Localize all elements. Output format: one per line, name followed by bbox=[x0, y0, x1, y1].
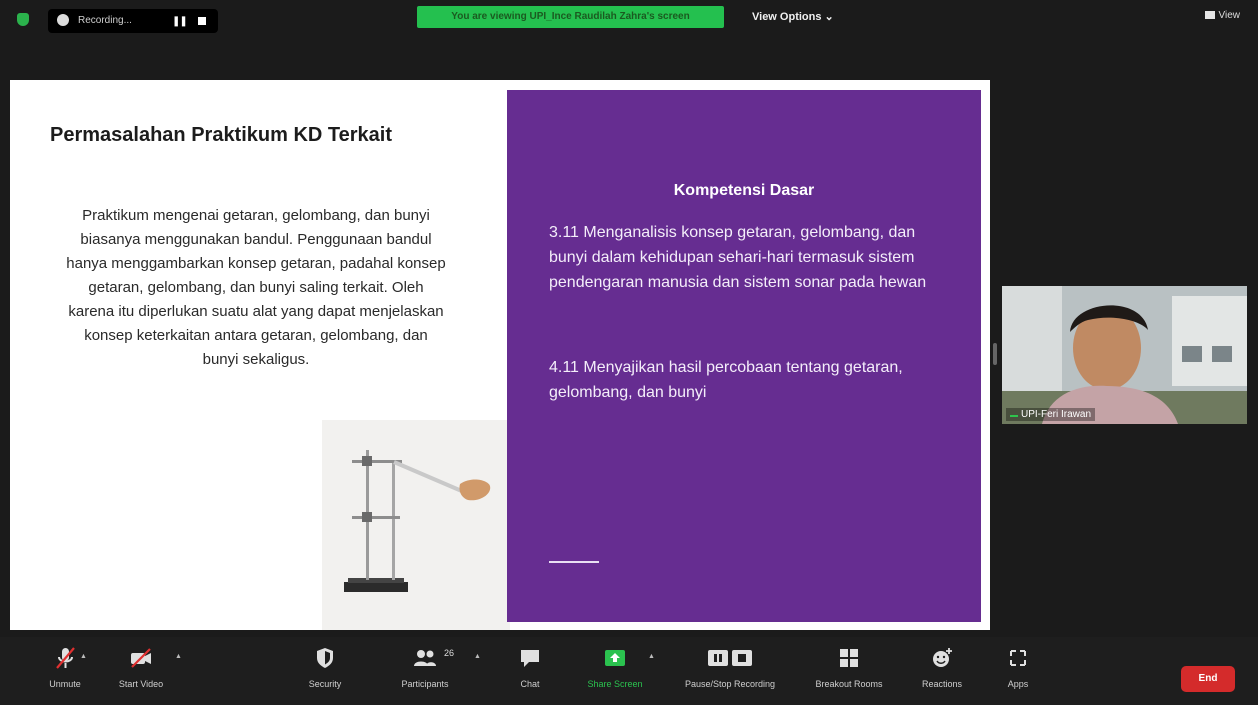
chat-button[interactable]: Chat bbox=[510, 645, 550, 689]
participant-name-tag: UPI-Feri Irawan bbox=[1006, 408, 1096, 421]
chevron-down-icon: ⌄ bbox=[824, 11, 834, 23]
reactions-button[interactable]: Reactions bbox=[910, 645, 974, 689]
panel-resize-handle[interactable] bbox=[993, 343, 997, 365]
chat-bubble-icon bbox=[521, 650, 539, 667]
participant-video-tile[interactable]: UPI-Feri Irawan bbox=[1002, 286, 1247, 424]
view-label: View bbox=[1218, 10, 1241, 21]
panel-title: Kompetensi Dasar bbox=[673, 182, 815, 199]
shared-screen-slide: Permasalahan Praktikum KD Terkait Prakti… bbox=[10, 80, 990, 630]
breakout-rooms-label: Breakout Rooms bbox=[815, 679, 883, 689]
meeting-toolbar: Unmute ▲ Start Video ▲ Security Particip… bbox=[0, 637, 1258, 705]
security-button[interactable]: Security bbox=[300, 645, 350, 689]
video-options-caret-icon[interactable]: ▲ bbox=[175, 653, 182, 660]
recording-indicator: Recording... ❚❚ bbox=[48, 9, 218, 33]
pause-stop-icon bbox=[708, 650, 752, 666]
recording-label: Recording... bbox=[78, 15, 132, 26]
pause-stop-recording-button[interactable]: Pause/Stop Recording bbox=[666, 645, 794, 689]
participants-count: 26 bbox=[444, 648, 455, 658]
pendulum-apparatus-image bbox=[322, 420, 510, 630]
start-video-button[interactable]: Start Video bbox=[108, 645, 174, 689]
share-screen-button[interactable]: Share Screen bbox=[578, 645, 652, 689]
breakout-rooms-button[interactable]: Breakout Rooms bbox=[804, 645, 894, 689]
view-button[interactable]: View bbox=[1204, 10, 1241, 21]
participants-options-caret-icon[interactable]: ▲ bbox=[474, 653, 481, 660]
kd-item: 3.11 Menganalisis konsep getaran, gelomb… bbox=[549, 224, 927, 291]
pause-recording-icon[interactable]: ❚❚ bbox=[172, 16, 188, 27]
security-label: Security bbox=[308, 679, 342, 689]
breakout-rooms-icon bbox=[840, 649, 858, 667]
audio-level-icon bbox=[1010, 409, 1018, 417]
apps-icon bbox=[1010, 650, 1026, 666]
kd-item: 4.11 Menyajikan hasil percobaan tentang … bbox=[549, 359, 903, 401]
share-options-caret-icon[interactable]: ▲ bbox=[648, 653, 655, 660]
kompetensi-dasar-panel: Kompetensi Dasar 3.11 Menganalisis konse… bbox=[507, 90, 981, 622]
reaction-emoji-icon bbox=[933, 648, 952, 667]
recording-icon bbox=[57, 14, 69, 26]
video-off-icon bbox=[131, 648, 151, 668]
view-options-label: View Options bbox=[752, 11, 822, 23]
end-meeting-button[interactable]: End bbox=[1181, 666, 1235, 692]
slide-title: Permasalahan Praktikum KD Terkait bbox=[50, 124, 393, 146]
top-bar: Recording... ❚❚ You are viewing UPI_Ince… bbox=[0, 0, 1258, 40]
participant-name: UPI-Feri Irawan bbox=[1021, 409, 1092, 420]
stop-recording-icon[interactable] bbox=[198, 17, 206, 25]
shield-icon bbox=[317, 648, 333, 668]
grid-view-icon bbox=[1204, 11, 1215, 19]
participants-icon bbox=[414, 650, 436, 666]
unmute-button[interactable]: Unmute bbox=[40, 645, 90, 689]
view-options-menu[interactable]: View Options ⌄ bbox=[752, 10, 834, 23]
unmute-label: Unmute bbox=[49, 679, 81, 689]
audio-options-caret-icon[interactable]: ▲ bbox=[80, 653, 87, 660]
security-shield-icon[interactable] bbox=[17, 13, 29, 26]
start-video-label: Start Video bbox=[118, 679, 164, 689]
decorative-divider bbox=[549, 561, 599, 563]
zoom-meeting-window: Recording... ❚❚ You are viewing UPI_Ince… bbox=[0, 0, 1258, 705]
muted-microphone-icon bbox=[56, 647, 75, 669]
apps-label: Apps bbox=[1007, 679, 1029, 689]
participants-label: Participants bbox=[401, 679, 449, 689]
apps-button[interactable]: Apps bbox=[998, 645, 1038, 689]
share-screen-icon bbox=[605, 650, 625, 666]
slide-paragraph: Praktikum mengenai getaran, gelombang, d… bbox=[66, 207, 446, 368]
reactions-label: Reactions bbox=[921, 679, 963, 689]
chat-label: Chat bbox=[520, 679, 540, 689]
pause-stop-recording-label: Pause/Stop Recording bbox=[684, 679, 776, 689]
participant-video-frame bbox=[1002, 286, 1247, 424]
share-screen-label: Share Screen bbox=[587, 679, 643, 689]
viewing-screen-banner: You are viewing UPI_Ince Raudilah Zahra'… bbox=[417, 6, 724, 28]
